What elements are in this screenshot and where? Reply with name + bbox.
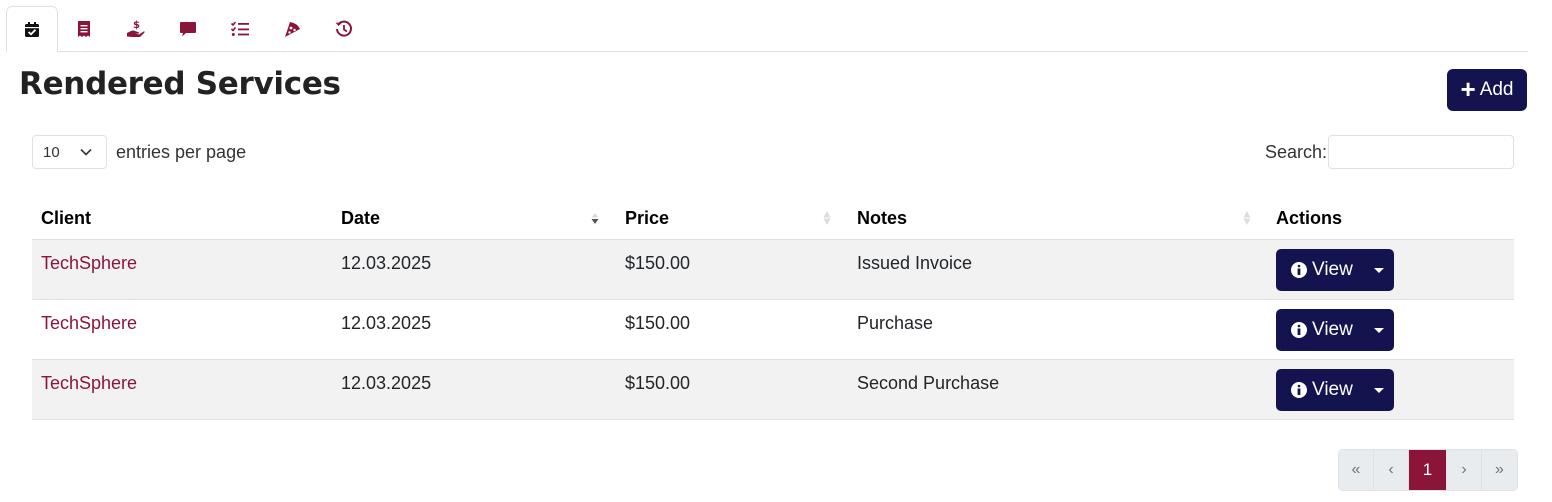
- comment-icon: [180, 22, 196, 37]
- next-page-button[interactable]: ›: [1447, 450, 1482, 490]
- table-row: TechSphere 12.03.2025 $150.00 Second Pur…: [32, 360, 1514, 420]
- caret-down-icon: [1374, 327, 1384, 333]
- caret-down-icon: [1374, 387, 1384, 393]
- tab-pizza[interactable]: [266, 6, 318, 52]
- actions-dropdown-toggle[interactable]: [1364, 369, 1394, 411]
- actions-dropdown-toggle[interactable]: [1364, 249, 1394, 291]
- info-circle-icon: [1291, 322, 1307, 338]
- previous-page-button[interactable]: ‹: [1374, 450, 1409, 490]
- table-header: Client Date Price Notes Actions: [32, 196, 1514, 240]
- tab-receipt[interactable]: [58, 6, 110, 52]
- client-link[interactable]: TechSphere: [41, 313, 137, 334]
- list-check-icon: [230, 21, 249, 36]
- price-cell: $150.00: [625, 373, 691, 393]
- view-button-label: View: [1312, 319, 1353, 340]
- notes-cell: Second Purchase: [857, 373, 1000, 393]
- tab-payments[interactable]: $: [110, 6, 162, 52]
- client-link[interactable]: TechSphere: [41, 253, 137, 274]
- hand-dollar-icon: $: [127, 20, 145, 37]
- page-title: Rendered Services: [19, 66, 341, 102]
- column-header-date[interactable]: Date: [341, 208, 380, 229]
- tab-comments[interactable]: [162, 6, 214, 52]
- entries-per-page-value: 10: [43, 143, 60, 161]
- notes-cell: Purchase: [857, 313, 934, 333]
- search-input[interactable]: [1328, 135, 1514, 169]
- tab-bar: $: [6, 6, 1528, 53]
- last-page-button[interactable]: »: [1482, 450, 1517, 490]
- column-header-price[interactable]: Price: [625, 208, 669, 229]
- search-label: Search:: [1265, 142, 1328, 162]
- tab-tasks[interactable]: [214, 6, 266, 52]
- actions-dropdown-toggle[interactable]: [1364, 309, 1394, 351]
- view-button-group: View: [1276, 309, 1394, 351]
- view-button[interactable]: View: [1276, 309, 1364, 351]
- plus-icon: +: [1460, 74, 1476, 104]
- receipt-icon: [78, 21, 90, 37]
- view-button-label: View: [1312, 259, 1353, 280]
- view-button-label: View: [1312, 379, 1353, 400]
- current-page-button[interactable]: 1: [1409, 450, 1447, 490]
- column-header-notes[interactable]: Notes: [857, 208, 907, 229]
- date-cell: 12.03.2025: [341, 313, 432, 333]
- history-icon: [335, 20, 352, 37]
- entries-per-page-select[interactable]: 10: [32, 135, 107, 169]
- pizza-slice-icon: [285, 22, 300, 37]
- add-button[interactable]: + Add: [1447, 69, 1527, 111]
- info-circle-icon: [1291, 262, 1307, 278]
- info-circle-icon: [1291, 382, 1307, 398]
- sort-icon[interactable]: [1242, 208, 1252, 228]
- price-cell: $150.00: [625, 313, 691, 333]
- add-button-label: Add: [1479, 79, 1514, 100]
- sort-desc-icon[interactable]: [590, 208, 600, 228]
- view-button-group: View: [1276, 369, 1394, 411]
- price-cell: $150.00: [625, 253, 691, 273]
- tab-history[interactable]: [318, 6, 370, 52]
- caret-down-icon: [1374, 267, 1384, 273]
- calendar-check-icon: [25, 21, 39, 37]
- notes-cell: Issued Invoice: [857, 253, 973, 273]
- column-header-client[interactable]: Client: [41, 208, 91, 229]
- date-cell: 12.03.2025: [341, 373, 432, 393]
- chevron-down-icon: [80, 148, 92, 156]
- pagination: « ‹ 1 › »: [1338, 449, 1518, 491]
- client-link[interactable]: TechSphere: [41, 373, 137, 394]
- column-header-actions: Actions: [1276, 208, 1343, 228]
- table-row: TechSphere 12.03.2025 $150.00 Purchase V…: [32, 300, 1514, 360]
- entries-per-page-label: entries per page: [116, 142, 247, 162]
- services-table: Client Date Price Notes Actions TechSphe…: [32, 196, 1514, 420]
- view-button[interactable]: View: [1276, 369, 1364, 411]
- first-page-button[interactable]: «: [1339, 450, 1374, 490]
- sort-icon[interactable]: [822, 208, 832, 228]
- view-button[interactable]: View: [1276, 249, 1364, 291]
- date-cell: 12.03.2025: [341, 253, 432, 273]
- tab-calendar[interactable]: [6, 6, 58, 53]
- table-row: TechSphere 12.03.2025 $150.00 Issued Inv…: [32, 240, 1514, 300]
- svg-text:$: $: [133, 20, 140, 31]
- view-button-group: View: [1276, 249, 1394, 291]
